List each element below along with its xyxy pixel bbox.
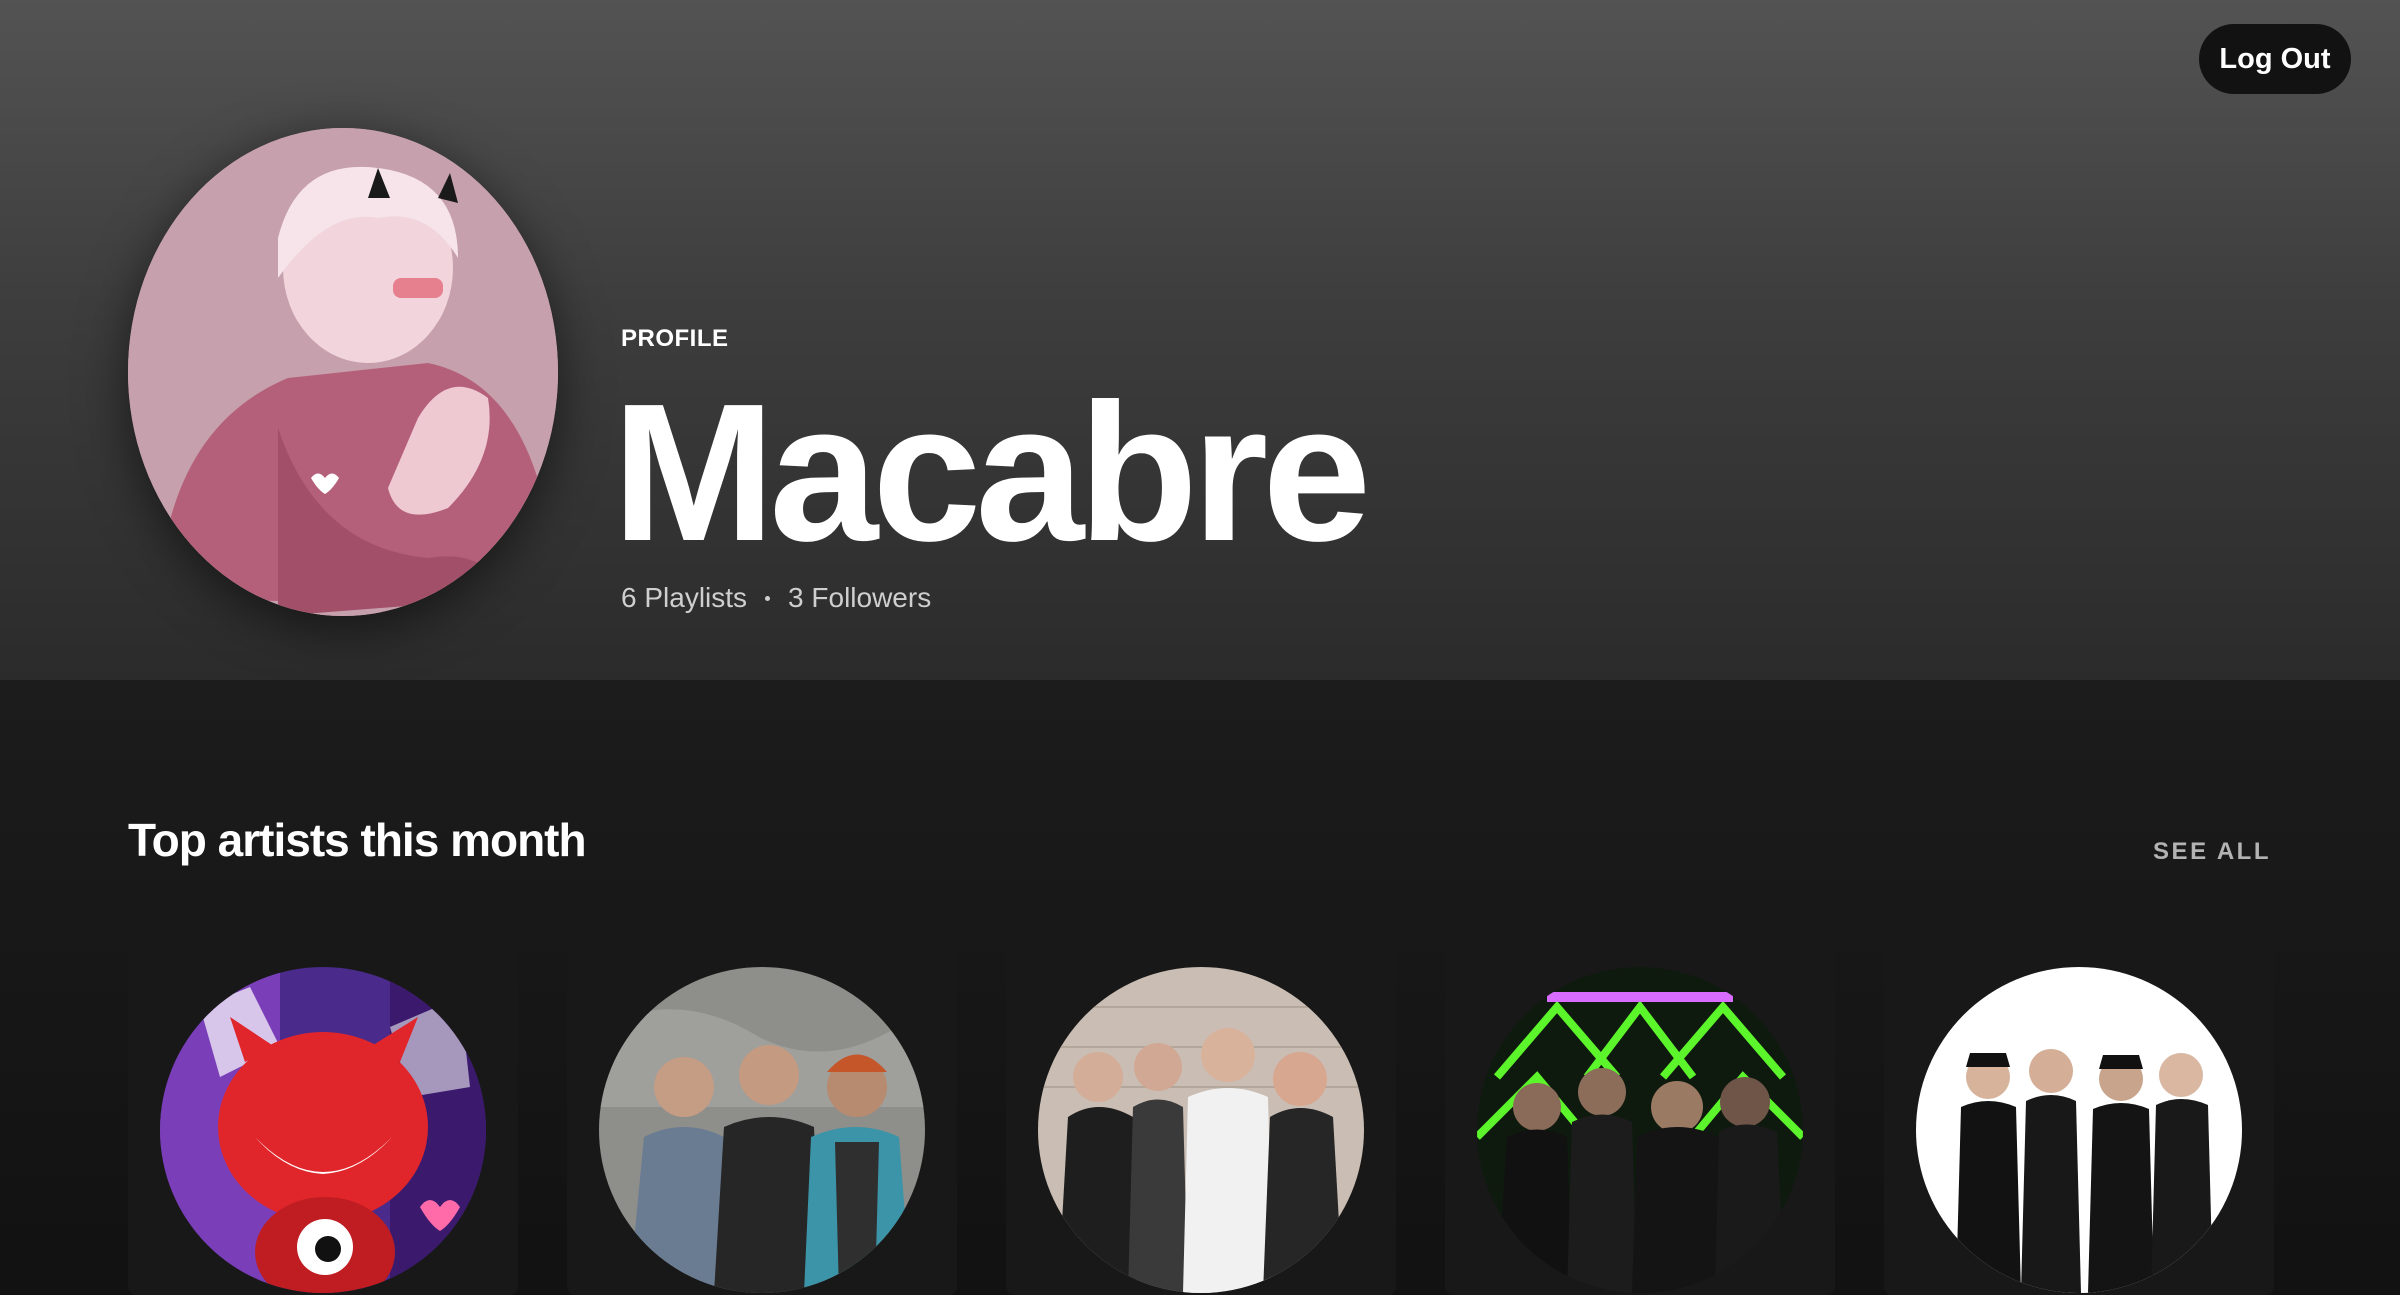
artist-image-art	[1038, 967, 1364, 1293]
artist-card[interactable]	[1445, 935, 1835, 1295]
separator-dot	[765, 595, 771, 601]
artist-card[interactable]	[1884, 935, 2274, 1295]
artist-card[interactable]	[1006, 935, 1396, 1295]
artist-image	[160, 967, 486, 1293]
artist-image-art	[1477, 967, 1803, 1293]
profile-avatar[interactable]	[128, 128, 558, 616]
avatar-illustration	[128, 128, 558, 616]
artist-image	[1038, 967, 1364, 1293]
profile-name: Macabre	[612, 363, 1371, 582]
logout-button[interactable]: Log Out	[2199, 24, 2351, 94]
artist-image-art	[160, 967, 486, 1293]
profile-stats: 6 Playlists 3 Followers	[621, 582, 931, 614]
artist-image-art	[599, 967, 925, 1293]
section-title[interactable]: Top artists this month	[128, 813, 587, 867]
profile-type-label: PROFILE	[621, 325, 729, 352]
artist-cards-row	[128, 935, 2274, 1295]
artist-image-art	[1916, 967, 2242, 1293]
followers-count[interactable]: 3 Followers	[788, 582, 931, 614]
artist-image	[1477, 967, 1803, 1293]
artist-card[interactable]	[567, 935, 957, 1295]
artist-card[interactable]	[128, 935, 518, 1295]
playlists-count[interactable]: 6 Playlists	[621, 582, 747, 614]
see-all-link[interactable]: SEE ALL	[2153, 838, 2271, 866]
artist-image	[599, 967, 925, 1293]
artist-image	[1916, 967, 2242, 1293]
